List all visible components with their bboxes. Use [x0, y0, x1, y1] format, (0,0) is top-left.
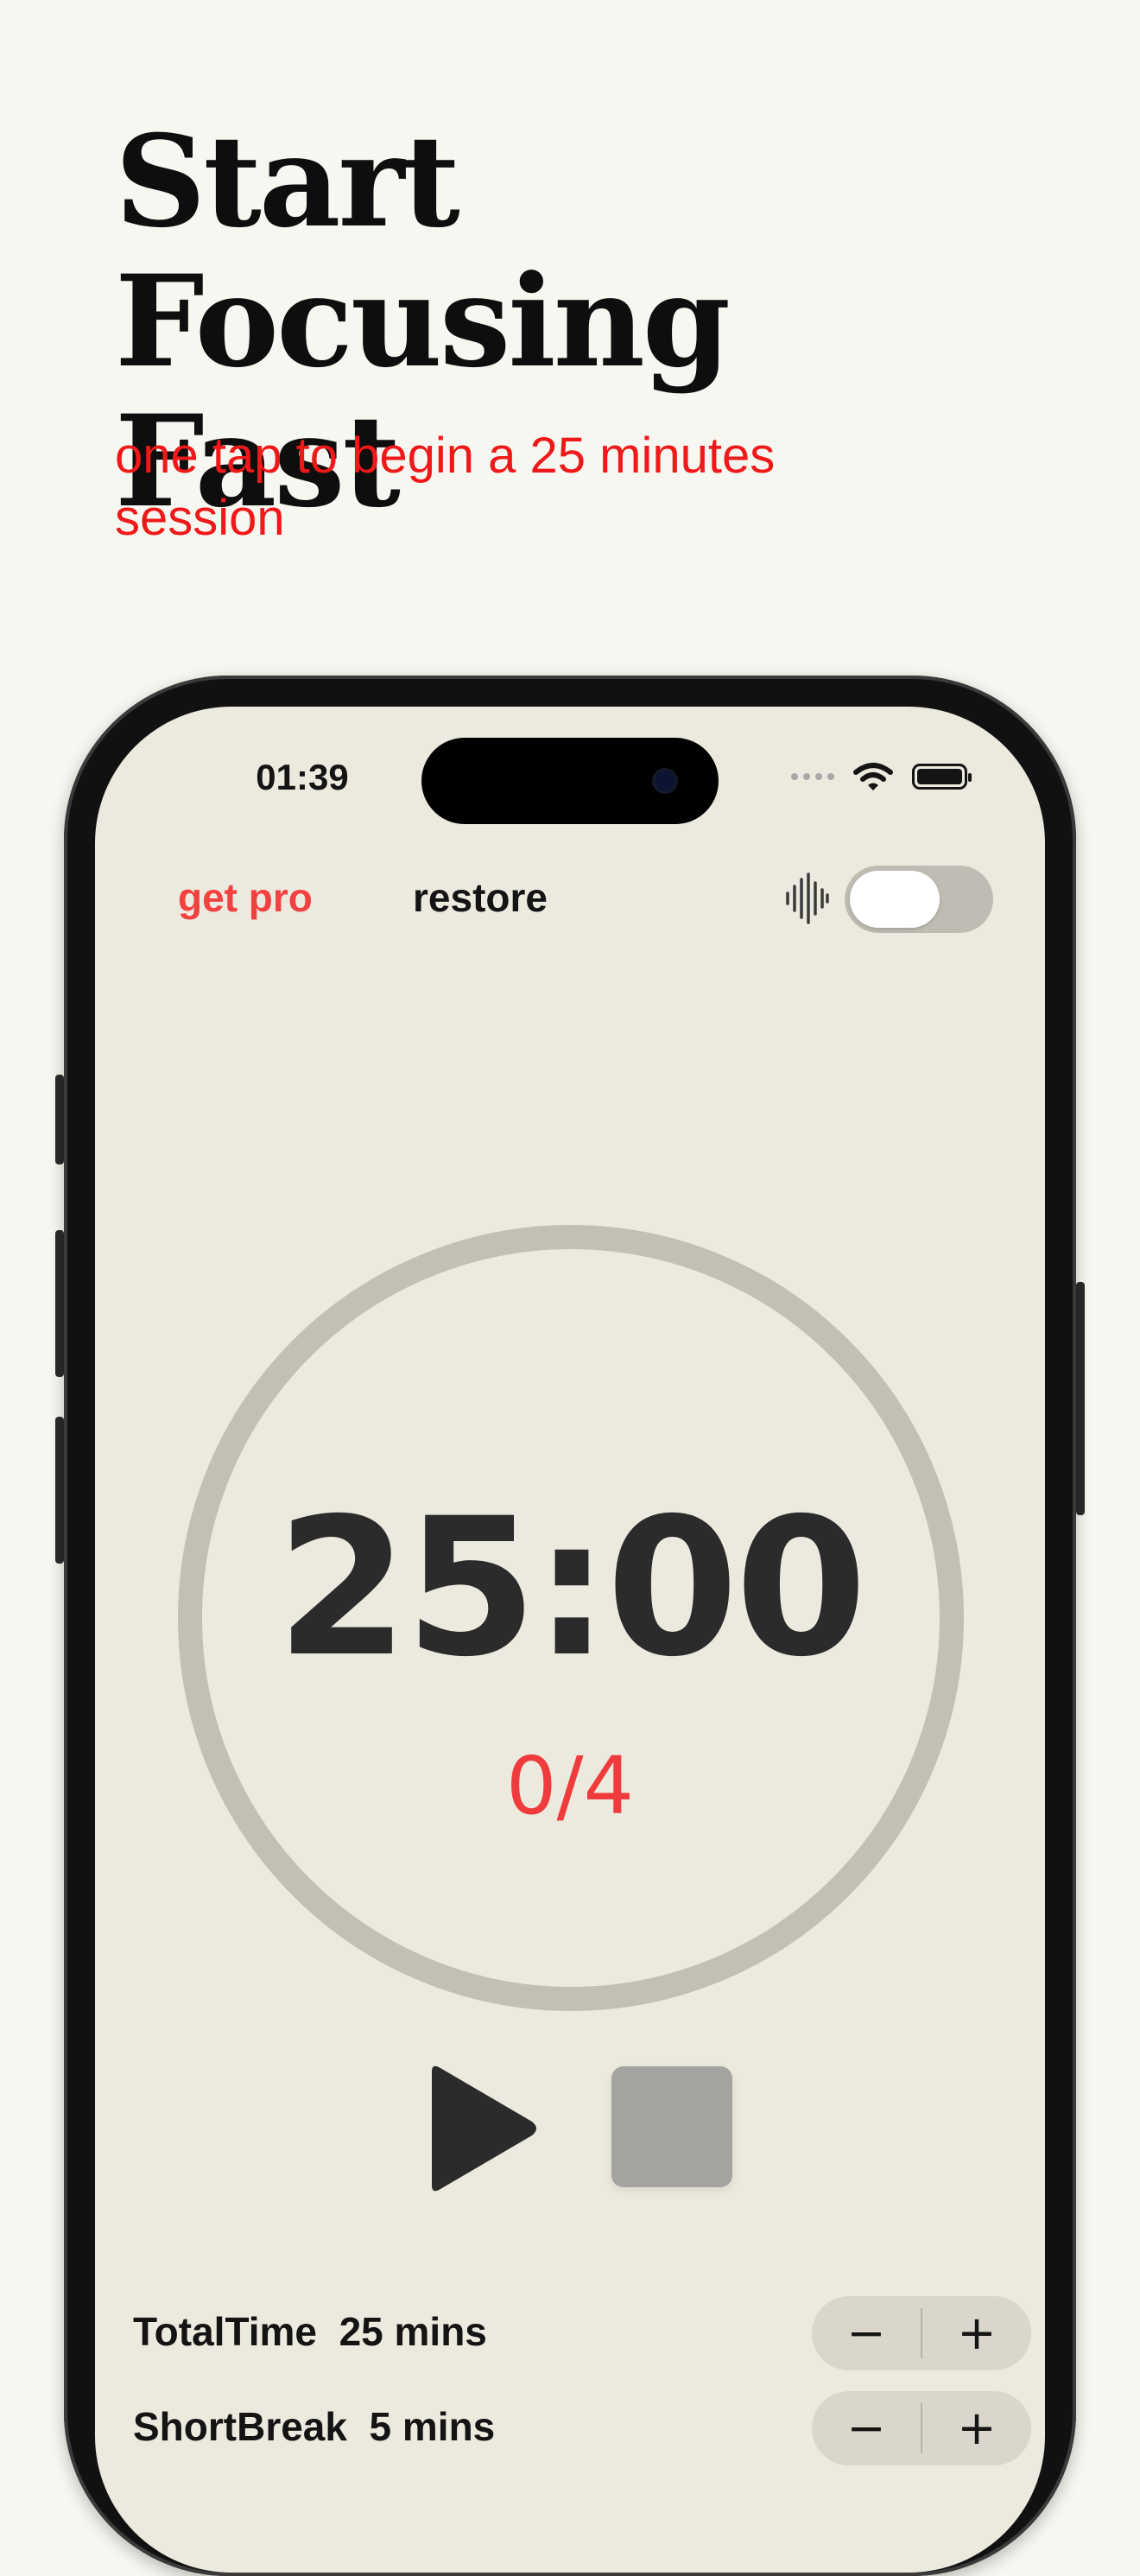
status-bar-time: 01:39: [256, 757, 349, 797]
short-break-increment-button[interactable]: +: [922, 2391, 1031, 2465]
battery-icon: [912, 764, 972, 790]
action-button: [55, 1075, 64, 1164]
session-count: 0/4: [505, 1740, 635, 1832]
status-bar-icons: [791, 762, 972, 791]
phone-screen: 01:39 get pro restore 25:00 0/4 TotalTim…: [95, 707, 1045, 2573]
wifi-icon: [853, 763, 893, 790]
total-time-label: TotalTime 25 mins: [133, 2309, 487, 2354]
power-button: [1076, 1282, 1085, 1515]
total-time-increment-button[interactable]: +: [922, 2296, 1031, 2370]
volume-up-button: [55, 1230, 64, 1377]
timer-display: 25:00: [276, 1477, 867, 1698]
play-icon: [432, 2065, 536, 2192]
short-break-stepper: − +: [812, 2391, 1031, 2465]
toggle-knob: [850, 871, 940, 928]
total-time-decrement-button[interactable]: −: [812, 2296, 921, 2370]
restore-button[interactable]: restore: [413, 874, 548, 921]
volume-down-button: [55, 1417, 64, 1564]
front-camera-icon: [655, 771, 675, 791]
total-time-stepper: − +: [812, 2296, 1031, 2370]
get-pro-button[interactable]: get pro: [178, 874, 313, 921]
sound-wave-icon: [786, 872, 829, 924]
short-break-decrement-button[interactable]: −: [812, 2391, 921, 2465]
play-button[interactable]: [406, 2059, 544, 2198]
marketing-subheadline: one tap to begin a 25 minutes session: [115, 428, 776, 546]
sound-toggle[interactable]: [845, 866, 993, 933]
short-break-label: ShortBreak 5 mins: [133, 2404, 496, 2449]
dynamic-island: [421, 738, 719, 824]
stop-button[interactable]: [611, 2066, 732, 2187]
total-time-row: TotalTime 25 mins − +: [133, 2294, 1031, 2372]
short-break-row: ShortBreak 5 mins − +: [133, 2389, 1031, 2467]
signal-dots-icon: [791, 773, 834, 780]
headline-line-1: Start Focusing: [115, 108, 731, 396]
top-bar: get pro restore: [95, 853, 1045, 940]
